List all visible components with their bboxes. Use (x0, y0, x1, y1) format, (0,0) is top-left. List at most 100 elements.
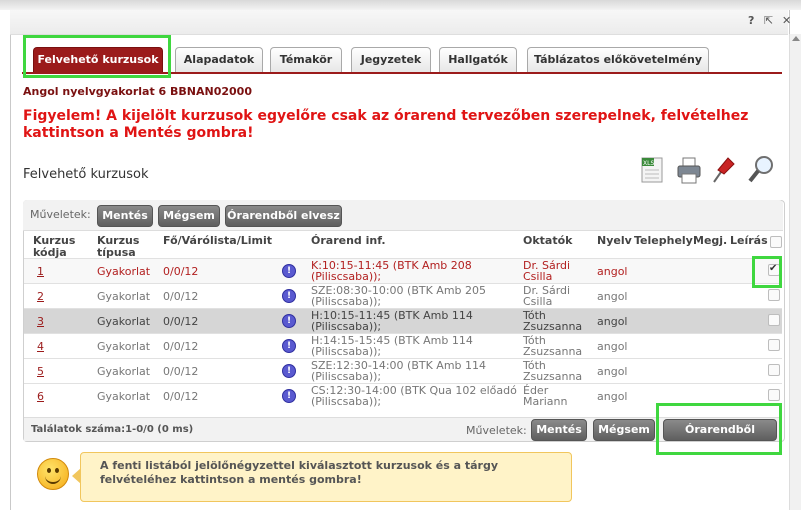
tab-alapadatok[interactable]: Alapadatok (175, 47, 263, 72)
col-header-description[interactable]: Leírás (730, 235, 768, 247)
course-type: Gyakorlat (97, 340, 151, 353)
teacher-name: Tóth Zsuzsanna (523, 359, 583, 383)
tab-temakor[interactable]: Témakör (270, 47, 342, 72)
course-type: Gyakorlat (97, 265, 151, 278)
course-language: angol (597, 390, 628, 403)
course-limit: 0/0/12 (163, 390, 199, 403)
dialog-titlebar (10, 10, 788, 35)
schedule-info: SZE:08:30-10:00 (BTK Amb 205 (Piliscsaba… (311, 284, 487, 308)
teacher-name: Dr. Sárdi Csilla (523, 284, 571, 308)
smiley-icon (37, 458, 69, 490)
excel-export-icon[interactable]: XLS (640, 152, 664, 186)
col-header-teachers[interactable]: Oktatók (523, 235, 572, 247)
course-language: angol (597, 315, 628, 328)
course-code-link[interactable]: 5 (37, 366, 44, 377)
teacher-name: Éder Mariann (523, 384, 568, 408)
course-code-link[interactable]: 1 (37, 266, 44, 277)
search-icon[interactable] (746, 152, 776, 186)
row-checkbox[interactable] (768, 289, 780, 301)
course-language: angol (597, 290, 628, 303)
pin-icon[interactable] (708, 152, 736, 186)
window-top-strip (0, 0, 801, 10)
course-code-link[interactable]: 2 (37, 291, 44, 302)
scroll-up-arrow-icon[interactable] (792, 36, 800, 41)
schedule-info: H:10:15-11:45 (BTK Amb 114 (Piliscsaba))… (311, 309, 473, 333)
table-row: 4 Gyakorlat 0/0/12 ! H:14:15-15:45 (BTK … (24, 333, 782, 358)
course-type: Gyakorlat (97, 290, 151, 303)
course-limit: 0/0/12 (163, 290, 199, 303)
operations-label-bottom: Műveletek: (466, 424, 527, 437)
row-checkbox[interactable] (768, 389, 780, 401)
col-header-schedule[interactable]: Órarend inf. (311, 235, 386, 247)
course-type: Gyakorlat (97, 315, 151, 328)
warning-message: Figyelem! A kijelölt kurzusok egyelőre c… (23, 108, 749, 141)
course-language: angol (597, 265, 628, 278)
course-limit: 0/0/12 (163, 315, 199, 328)
tab-jegyzetek[interactable]: Jegyzetek (351, 47, 431, 72)
teacher-name: Tóth Zsuzsanna (523, 309, 583, 333)
subject-title: Angol nyelvgyakorlat 6 BBNAN02000 (23, 85, 252, 98)
schedule-info: K:10:15-11:45 (BTK Amb 208 (Piliscsaba))… (311, 259, 472, 283)
info-icon[interactable]: ! (282, 339, 296, 353)
restore-icon[interactable]: ⇱ (764, 14, 773, 27)
smiley-eye (47, 468, 51, 473)
save-button-top[interactable]: Mentés (97, 205, 153, 227)
tab-hallgatok[interactable]: Hallgatók (439, 47, 517, 72)
teacher-name: Tóth Zsuzsanna (523, 334, 583, 358)
smiley-eye (55, 468, 59, 473)
help-icon[interactable]: ? (748, 14, 754, 27)
course-code-link[interactable]: 6 (37, 391, 44, 402)
course-language: angol (597, 365, 628, 378)
section-title: Felvehető kurzusok (23, 167, 149, 182)
save-button-bottom[interactable]: Mentés (531, 419, 587, 441)
select-all-checkbox[interactable] (770, 236, 782, 248)
course-type: Gyakorlat (97, 365, 151, 378)
info-icon[interactable]: ! (282, 314, 296, 328)
info-icon[interactable]: ! (282, 264, 296, 278)
hint-text: A fenti listából jelölőnégyzettel kivála… (100, 459, 499, 486)
remove-from-schedule-button-top[interactable]: Órarendből elvesz (225, 205, 342, 227)
info-icon[interactable]: ! (282, 289, 296, 303)
remove-from-schedule-button-bottom[interactable]: Órarendből elvesz (663, 419, 777, 456)
cancel-button-top[interactable]: Mégsem (158, 205, 220, 227)
col-header-limit[interactable]: Fő/Várólista/Limit (163, 235, 272, 247)
teacher-name: Dr. Sárdi Csilla (523, 259, 571, 283)
print-icon[interactable] (676, 152, 702, 186)
svg-text:XLS: XLS (643, 160, 654, 167)
vertical-scrollbar[interactable] (789, 34, 801, 510)
table-row: 2 Gyakorlat 0/0/12 ! SZE:08:30-10:00 (BT… (24, 283, 782, 308)
schedule-info: CS:12:30-14:00 (BTK Qua 102 előadó (Pili… (311, 384, 517, 408)
row-checkbox[interactable] (768, 339, 780, 351)
schedule-info: H:14:15-15:45 (BTK Amb 114 (Piliscsaba))… (311, 334, 473, 358)
course-limit: 0/0/12 (163, 365, 199, 378)
col-header-code[interactable]: Kurzus kódja (33, 235, 91, 259)
course-type: Gyakorlat (97, 390, 151, 403)
row-checkbox[interactable] (768, 364, 780, 376)
col-header-site[interactable]: Telephely (634, 235, 693, 247)
info-icon[interactable]: ! (282, 389, 296, 403)
tab-underline (22, 72, 782, 74)
course-code-link[interactable]: 4 (37, 341, 44, 352)
info-icon[interactable]: ! (282, 364, 296, 378)
smiley-mouth (45, 474, 61, 484)
course-code-link[interactable]: 3 (37, 316, 44, 327)
course-language: angol (597, 340, 628, 353)
col-header-note[interactable]: Megj. (693, 235, 727, 247)
table-row: 5 Gyakorlat 0/0/12 ! SZE:12:30-14:00 (BT… (24, 358, 782, 383)
cancel-button-bottom[interactable]: Mégsem (593, 419, 655, 441)
table-row: 6 Gyakorlat 0/0/12 ! CS:12:30-14:00 (BTK… (24, 383, 782, 408)
operations-label-top: Műveletek: (30, 208, 91, 221)
course-limit: 0/0/12 (163, 265, 199, 278)
table-row: 3 Gyakorlat 0/0/12 ! H:10:15-11:45 (BTK … (24, 308, 782, 333)
row-checkbox[interactable] (768, 314, 780, 326)
col-header-type[interactable]: Kurzus típusa (97, 235, 155, 259)
course-limit: 0/0/12 (163, 340, 199, 353)
close-icon[interactable]: ✕ (782, 14, 791, 27)
col-header-language[interactable]: Nyelv (597, 235, 632, 247)
row-checkbox[interactable] (768, 263, 780, 276)
schedule-info: SZE:12:30-14:00 (BTK Amb 114 (Piliscsaba… (311, 359, 487, 383)
tab-felveheto-kurzusok[interactable]: Felvehető kurzusok (33, 47, 163, 72)
tab-tablazatos-elokovetelmeny[interactable]: Táblázatos előkövetelmény (527, 47, 709, 72)
results-count: Találatok száma:1-0/0 (0 ms) (31, 424, 194, 435)
hint-pointer (72, 468, 81, 484)
